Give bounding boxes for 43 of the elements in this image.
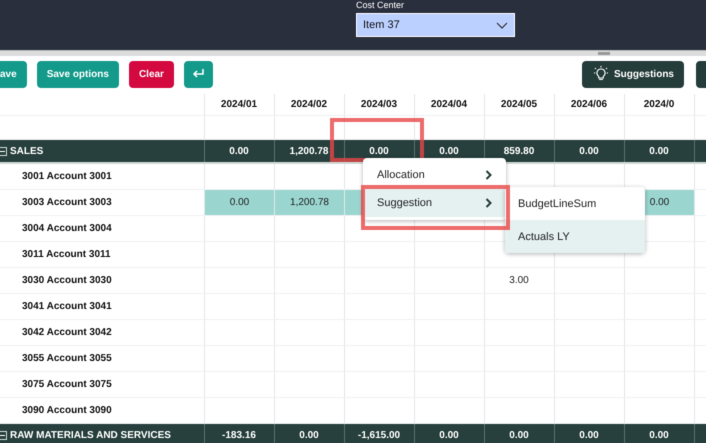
column-header: 2024/03 <box>360 98 398 112</box>
group-total-cell-text: 0.00 <box>438 428 460 442</box>
group-name: SALES <box>10 146 44 156</box>
group-total-cell-text: 0.00 <box>648 144 670 158</box>
account-label: 3030 Account 3030 <box>21 274 113 288</box>
account-label: 3042 Account 3042 <box>21 326 113 340</box>
field-label: Cost Center <box>356 0 406 11</box>
account-label: 3004 Account 3004 <box>21 222 113 236</box>
suggestions-button[interactable]: Suggestions <box>582 60 684 88</box>
menu-item[interactable]: Allocation <box>363 161 506 189</box>
account-label: 3041 Account 3041 <box>21 300 113 314</box>
account-label: 3055 Account 3055 <box>21 352 113 366</box>
group-total-cell-text: 0.00 <box>508 428 530 442</box>
account-label: 3011 Account 3011 <box>21 248 112 262</box>
value-cell[interactable]: 1,200.78 <box>275 190 344 215</box>
group-total-cell-text: 1,200.78 <box>288 144 330 158</box>
cost-center-dropdown[interactable]: Item 37 <box>356 13 515 37</box>
column-header: 2024/05 <box>500 98 538 112</box>
group-total-cell-text: 0.00 <box>578 144 600 158</box>
group-total-cell-text: 0.00 <box>368 144 390 158</box>
group-total-cell-text: 0.00 <box>298 428 320 442</box>
value-cell[interactable]: 0.00 <box>205 190 274 215</box>
group-name: RAW MATERIALS AND SERVICES <box>10 430 171 440</box>
group-total-cell-text: 0.00 <box>578 428 600 442</box>
value-cell[interactable]: 3.00 <box>484 268 554 293</box>
column-header: 2024/01 <box>220 98 258 112</box>
group-total-cell-text: -1,615.00 <box>356 428 402 442</box>
column-header: 2024/06 <box>570 98 608 112</box>
group-total-cell-text: -183.16 <box>221 428 257 442</box>
menu-item[interactable]: Suggestion <box>363 189 506 217</box>
group-total-cell-text: 0.00 <box>438 144 460 158</box>
column-header: 2024/04 <box>430 98 468 112</box>
group-total-cell-text: 0.00 <box>648 428 670 442</box>
group-total-cell-text: 0.00 <box>228 144 250 158</box>
clear-button[interactable]: Clear <box>128 60 174 88</box>
account-label: 3003 Account 3003 <box>21 196 113 210</box>
account-label: 3001 Account 3001 <box>21 170 113 184</box>
account-label: 3075 Account 3075 <box>21 378 113 392</box>
column-header: 2024/02 <box>290 98 328 112</box>
menu-item[interactable]: Actuals LY <box>505 220 645 253</box>
group-total-cell-text: 859.80 <box>502 144 536 158</box>
column-header: 2024/0 <box>642 98 676 112</box>
account-label: 3090 Account 3090 <box>21 404 113 418</box>
